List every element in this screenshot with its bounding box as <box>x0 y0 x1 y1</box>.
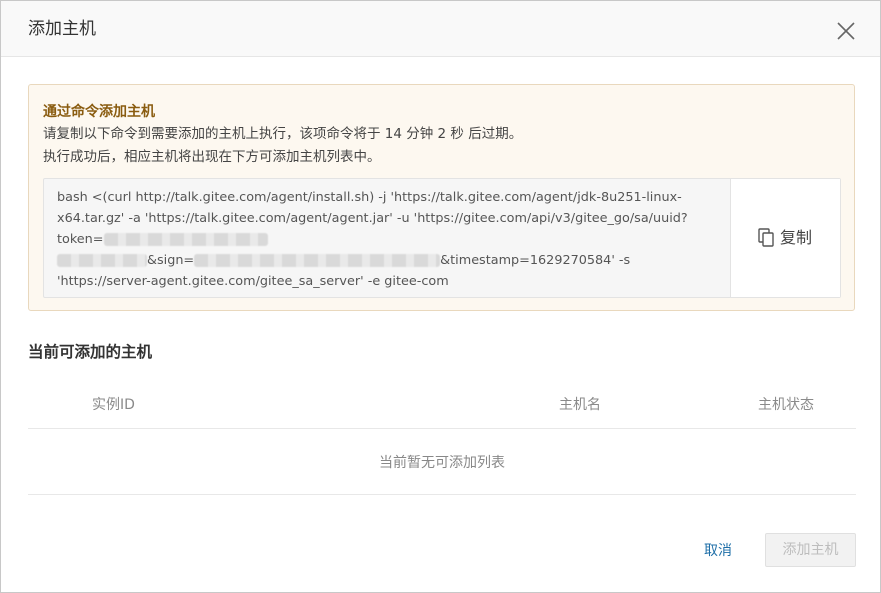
available-hosts-title: 当前可添加的主机 <box>28 343 153 361</box>
column-header-instance-id: 实例ID <box>92 397 135 413</box>
command-token-label: token= <box>57 232 104 247</box>
column-header-host-status: 主机状态 <box>758 397 814 413</box>
empty-list-message: 当前暂无可添加列表 <box>379 455 505 471</box>
command-notice: 通过命令添加主机 请复制以下命令到需要添加的主机上执行，该项命令将于 14 分钟… <box>28 84 855 311</box>
close-icon[interactable] <box>836 21 856 41</box>
redacted-token <box>103 233 268 246</box>
hosts-table-header: 实例ID 主机名 主机状态 <box>28 381 856 429</box>
copy-button[interactable]: 复制 <box>730 179 840 297</box>
copy-icon <box>758 228 776 248</box>
copy-label: 复制 <box>780 228 813 247</box>
redacted-token <box>57 254 147 267</box>
command-timestamp: &timestamp=1629270584' -s <box>440 253 631 268</box>
dialog-header: 添加主机 <box>1 1 880 57</box>
notice-expiry-text: 请复制以下命令到需要添加的主机上执行，该项命令将于 14 分钟 2 秒 后过期。 <box>43 126 523 142</box>
command-line: token= <box>57 229 727 250</box>
command-line: 'https://server-agent.gitee.com/gitee_sa… <box>57 274 449 289</box>
redacted-signature <box>194 254 441 267</box>
column-header-hostname: 主机名 <box>559 397 601 413</box>
hosts-table-empty-row: 当前暂无可添加列表 <box>28 430 856 495</box>
add-host-dialog: 添加主机 通过命令添加主机 请复制以下命令到需要添加的主机上执行，该项命令将于 … <box>0 0 881 593</box>
notice-instruction-text: 执行成功后，相应主机将出现在下方可添加主机列表中。 <box>43 149 381 165</box>
command-line: x64.tar.gz' -a 'https://talk.gitee.com/a… <box>57 211 688 226</box>
command-box: bash <(curl http://talk.gitee.com/agent/… <box>43 178 841 298</box>
dialog-title: 添加主机 <box>28 19 96 39</box>
command-line: bash <(curl http://talk.gitee.com/agent/… <box>57 190 682 205</box>
cancel-button[interactable]: 取消 <box>704 541 732 561</box>
command-text[interactable]: bash <(curl http://talk.gitee.com/agent/… <box>57 187 727 292</box>
add-host-button[interactable]: 添加主机 <box>765 533 856 567</box>
notice-title: 通过命令添加主机 <box>43 104 155 120</box>
command-sign-label: &sign= <box>147 253 195 268</box>
command-line: &sign= &timestamp=1629270584' -s <box>57 250 727 271</box>
